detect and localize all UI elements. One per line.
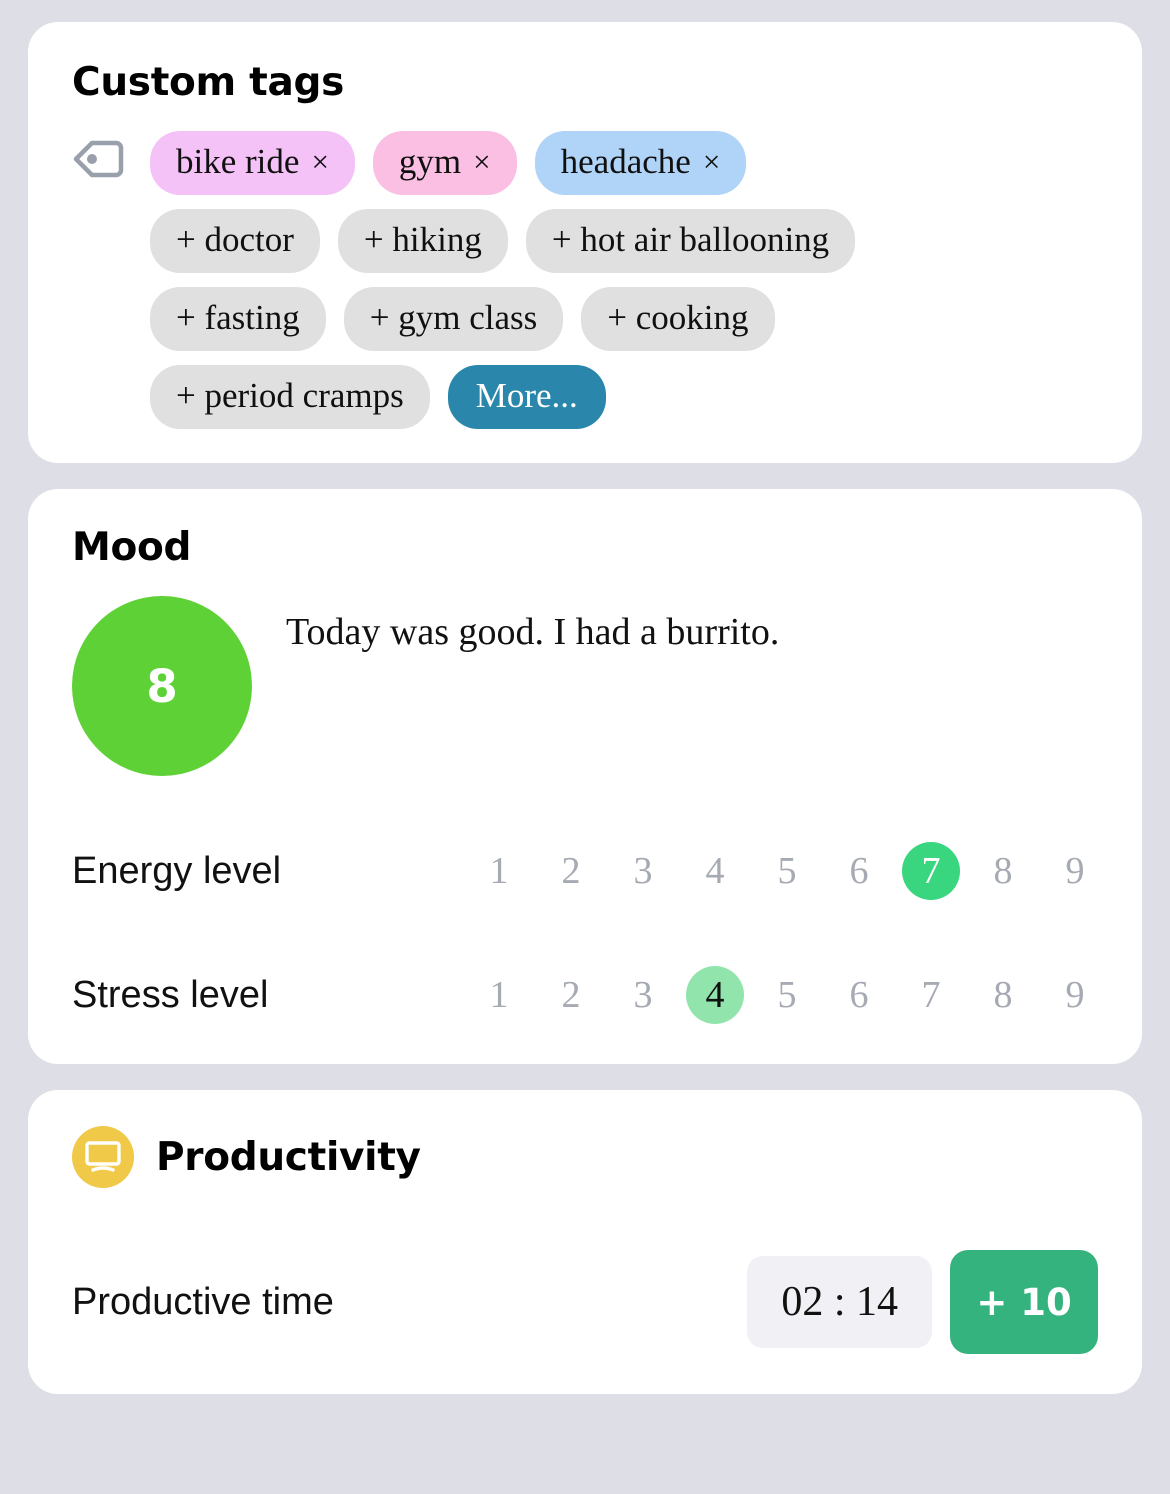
more-tags-button[interactable]: More...: [447, 365, 606, 429]
app-screen: Custom tags bike ride × gym × headache ×…: [0, 0, 1170, 1494]
mood-card: Mood 8 Today was good. I had a burrito. …: [28, 489, 1142, 1064]
mood-score-badge[interactable]: 8: [72, 596, 252, 776]
mood-title: Mood: [72, 525, 192, 570]
energy-level-scale: 1 2 3 4 5 6 7 8 9: [470, 842, 1104, 900]
tag-pill-label: bike ride: [176, 142, 300, 181]
productive-time-value[interactable]: 02 : 14: [747, 1256, 932, 1348]
stress-option-9[interactable]: 9: [1046, 966, 1104, 1024]
monitor-icon: [72, 1126, 134, 1188]
add-ten-minutes-button[interactable]: + 10: [950, 1250, 1098, 1354]
stress-level-label: Stress level: [72, 973, 269, 1016]
mood-note-text[interactable]: Today was good. I had a burrito.: [286, 608, 779, 657]
productivity-title: Productivity: [156, 1134, 421, 1180]
stress-option-7[interactable]: 7: [902, 966, 960, 1024]
energy-level-label: Energy level: [72, 849, 282, 892]
tag-pill-label: gym: [398, 142, 462, 181]
stress-option-3[interactable]: 3: [614, 966, 672, 1024]
energy-option-8[interactable]: 8: [974, 842, 1032, 900]
tag-remove-icon[interactable]: ×: [473, 146, 490, 177]
energy-option-9[interactable]: 9: [1046, 842, 1104, 900]
productive-time-label: Productive time: [72, 1280, 334, 1323]
tag-icon: [72, 137, 128, 181]
tag-remove-icon[interactable]: ×: [703, 146, 720, 177]
stress-option-8[interactable]: 8: [974, 966, 1032, 1024]
energy-option-1[interactable]: 1: [470, 842, 528, 900]
stress-option-5[interactable]: 5: [758, 966, 816, 1024]
suggested-tag-doctor[interactable]: + doctor: [150, 209, 320, 273]
suggested-tag-period-cramps[interactable]: + period cramps: [150, 365, 430, 429]
energy-option-7-selected[interactable]: 7: [902, 842, 960, 900]
productivity-header: Productivity: [72, 1126, 1098, 1188]
energy-option-3[interactable]: 3: [614, 842, 672, 900]
tag-pill-label: headache: [560, 142, 691, 181]
suggested-tag-gym-class[interactable]: + gym class: [343, 287, 564, 351]
stress-option-2[interactable]: 2: [542, 966, 600, 1024]
stress-option-6[interactable]: 6: [830, 966, 888, 1024]
tag-rows: bike ride × gym × headache × + doctor + …: [72, 131, 1098, 429]
productivity-card: Productivity Productive time 02 : 14 + 1…: [28, 1090, 1142, 1394]
energy-option-6[interactable]: 6: [830, 842, 888, 900]
stress-level-scale: 1 2 3 4 5 6 7 8 9: [470, 966, 1104, 1024]
energy-option-5[interactable]: 5: [758, 842, 816, 900]
stress-level-row: Stress level 1 2 3 4 5 6 7 8 9: [72, 966, 1098, 1024]
tag-pill-bike-ride[interactable]: bike ride ×: [150, 131, 355, 195]
energy-option-4[interactable]: 4: [686, 842, 744, 900]
custom-tags-card: Custom tags bike ride × gym × headache ×…: [28, 22, 1142, 463]
custom-tags-title: Custom tags: [72, 60, 345, 105]
tag-remove-icon[interactable]: ×: [311, 146, 328, 177]
suggested-tags-row: + doctor + hiking + hot air ballooning: [150, 209, 1098, 273]
tag-pill-headache[interactable]: headache ×: [534, 131, 747, 195]
selected-tags-row: bike ride × gym × headache ×: [150, 131, 1098, 195]
stress-option-4-selected[interactable]: 4: [686, 966, 744, 1024]
suggested-tag-hot-air-ballooning[interactable]: + hot air ballooning: [525, 209, 856, 273]
suggested-tags-row: + fasting + gym class + cooking: [150, 287, 1098, 351]
suggested-tag-hiking[interactable]: + hiking: [337, 209, 508, 273]
energy-option-2[interactable]: 2: [542, 842, 600, 900]
suggested-tags-row: + period cramps More...: [150, 365, 1098, 429]
energy-level-row: Energy level 1 2 3 4 5 6 7 8 9: [72, 842, 1098, 900]
suggested-tag-cooking[interactable]: + cooking: [581, 287, 775, 351]
mood-summary: 8 Today was good. I had a burrito.: [72, 596, 1098, 776]
tag-pill-gym[interactable]: gym ×: [372, 131, 517, 195]
suggested-tag-fasting[interactable]: + fasting: [150, 287, 326, 351]
stress-option-1[interactable]: 1: [470, 966, 528, 1024]
productive-time-row: Productive time 02 : 14 + 10: [72, 1250, 1098, 1354]
